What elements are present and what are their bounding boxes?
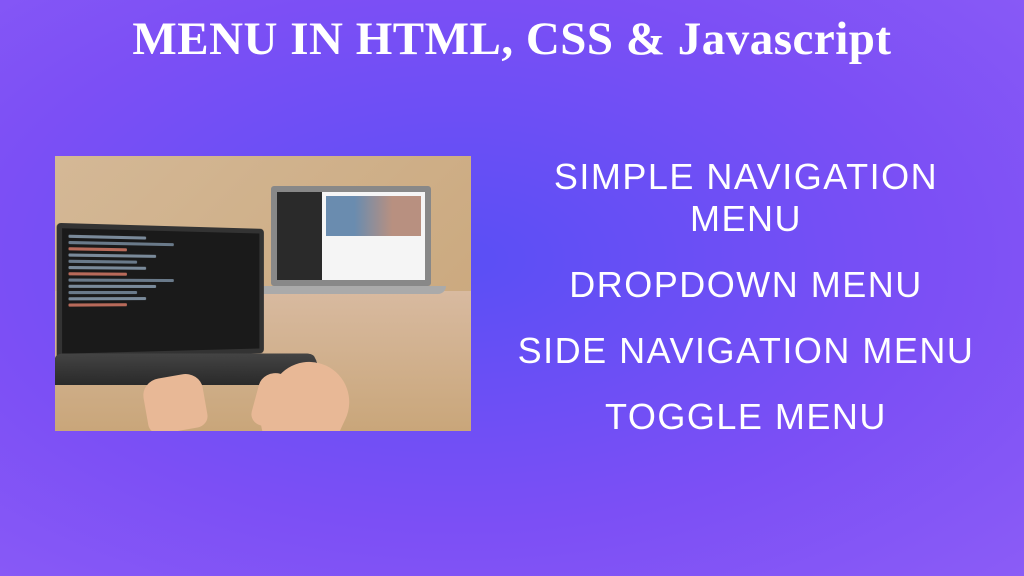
- menu-item-dropdown: Dropdown Menu: [506, 264, 986, 306]
- laptops-illustration: [55, 156, 471, 431]
- menu-list: Simple Navigation Menu Dropdown Menu Sid…: [506, 156, 986, 438]
- page-title: MENU IN HTML, CSS & Javascript: [0, 0, 1024, 66]
- menu-item-simple-nav: Simple Navigation Menu: [506, 156, 986, 240]
- menu-item-toggle: Toggle Menu: [506, 396, 986, 438]
- menu-item-side-nav: Side Navigation Menu: [506, 330, 986, 372]
- content-row: Simple Navigation Menu Dropdown Menu Sid…: [0, 156, 1024, 438]
